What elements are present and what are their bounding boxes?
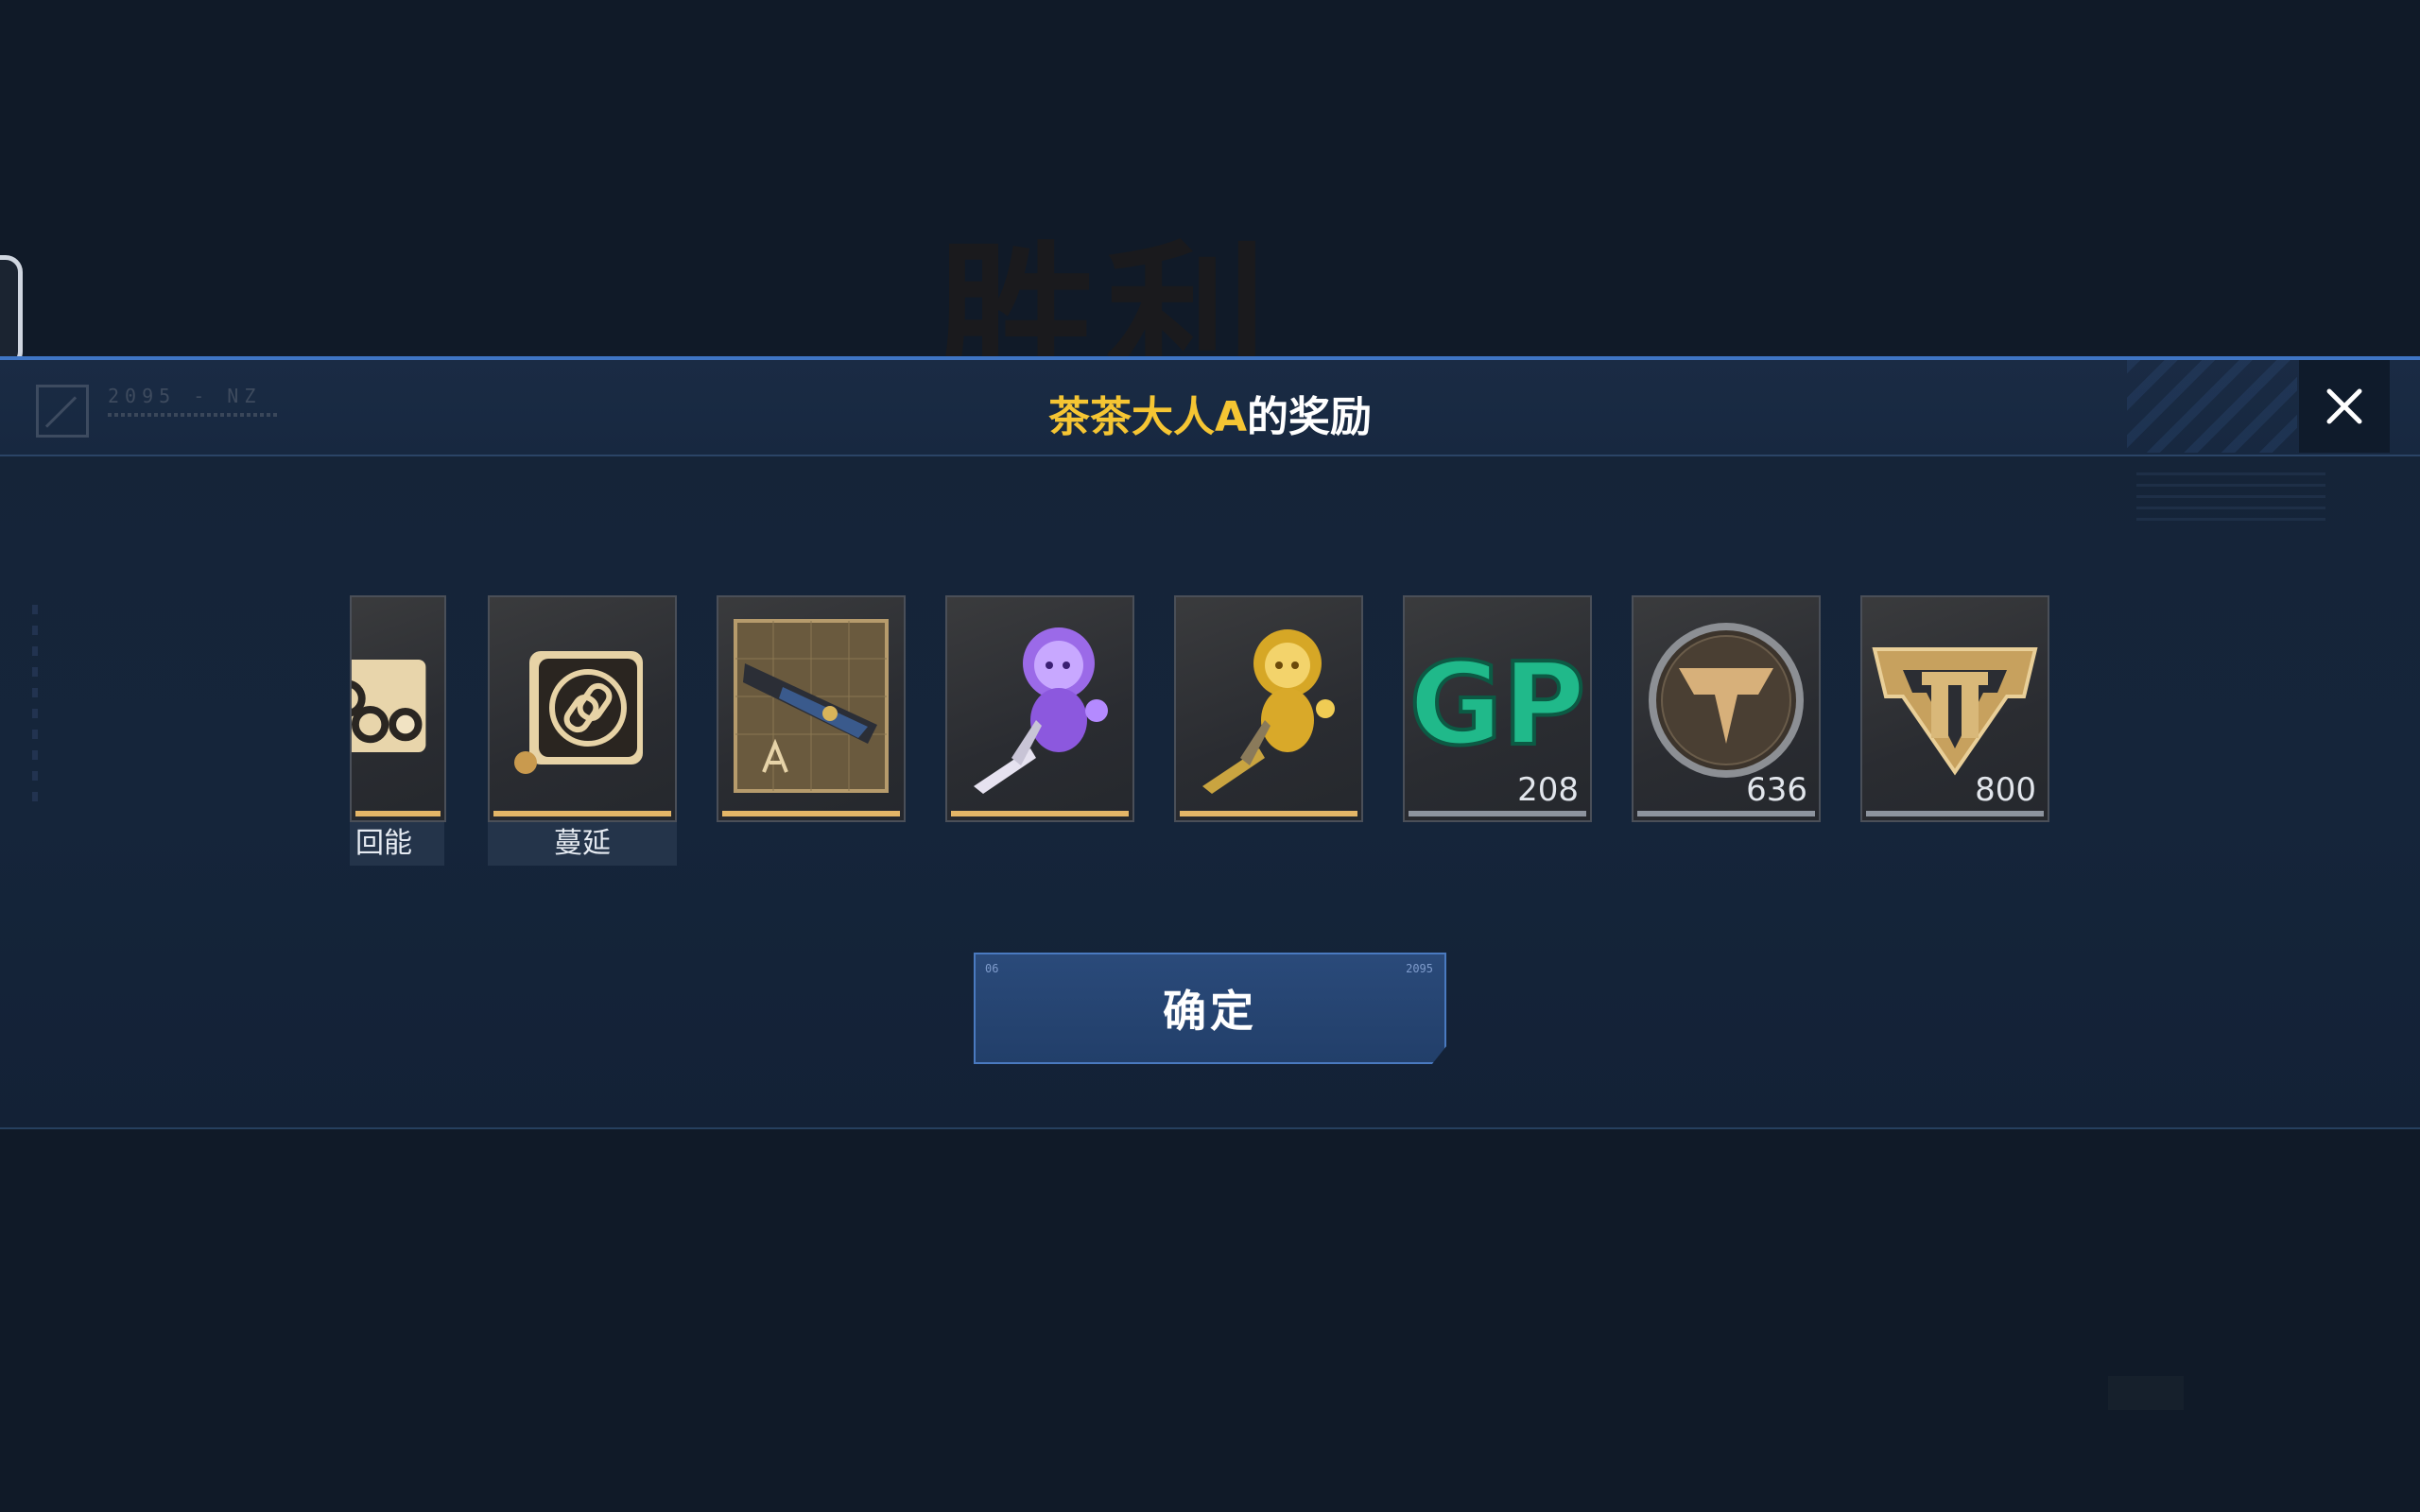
reward-card-weapon-blueprint[interactable]: [717, 595, 906, 822]
game-screen: 胜利 2095 - NZ 茶茶大人A的奖励 回能 蔓延 GP 208 636 8…: [0, 0, 2420, 1512]
reward-card-purple-spirit[interactable]: [945, 595, 1134, 822]
close-button[interactable]: [2299, 360, 2390, 453]
close-icon: [2326, 388, 2362, 424]
reward-count: 636: [1746, 771, 1807, 809]
header-stripes: [2127, 360, 2297, 453]
button-tick-left: 06: [985, 962, 999, 975]
modal-title: 茶茶大人A的奖励: [0, 383, 2420, 443]
gp-text: GP: [1409, 640, 1585, 771]
reward-card-battle-pass[interactable]: 800: [1860, 595, 2049, 822]
confirm-label: 确定: [1163, 986, 1257, 1037]
button-tick-right: 2095: [1406, 962, 1433, 975]
side-tab-handle[interactable]: [0, 255, 23, 369]
rarity-bar: [1409, 811, 1586, 816]
reward-card-gp[interactable]: GP 208: [1403, 595, 1592, 822]
reward-count: 208: [1517, 771, 1579, 809]
reward-count: 800: [1975, 771, 2036, 809]
rarity-bar: [722, 811, 900, 816]
rarity-bar: [493, 811, 671, 816]
modal-header: 2095 - NZ 茶茶大人A的奖励: [0, 360, 2420, 456]
rarity-bar: [1637, 811, 1815, 816]
title-suffix: 的奖励: [1247, 393, 1373, 441]
confirm-button[interactable]: 06 2095 确定: [974, 953, 1446, 1064]
left-decoration: [32, 605, 38, 803]
nodes-icon: [352, 597, 444, 815]
gold-spirit-icon: [1176, 597, 1361, 815]
reward-list: 回能 蔓延 GP 208 636 800: [350, 595, 2070, 879]
bottom-right-decoration: [2108, 1376, 2184, 1410]
rarity-bar: [951, 811, 1129, 816]
weapon-blueprint-icon: [718, 597, 904, 815]
player-name: 茶茶大人A: [1047, 393, 1248, 441]
reward-label: 蔓延: [488, 822, 677, 866]
right-decoration: [2136, 472, 2325, 529]
reward-card-emblem[interactable]: 636: [1632, 595, 1821, 822]
reward-card-chain[interactable]: [488, 595, 677, 822]
rarity-bar: [1180, 811, 1357, 816]
rarity-bar: [1866, 811, 2044, 816]
reward-card-nodes[interactable]: [350, 595, 446, 822]
purple-spirit-icon: [947, 597, 1132, 815]
chain-link-icon: [490, 597, 675, 815]
rarity-bar: [355, 811, 441, 816]
reward-label: 回能: [350, 822, 444, 866]
reward-card-gold-spirit[interactable]: [1174, 595, 1363, 822]
